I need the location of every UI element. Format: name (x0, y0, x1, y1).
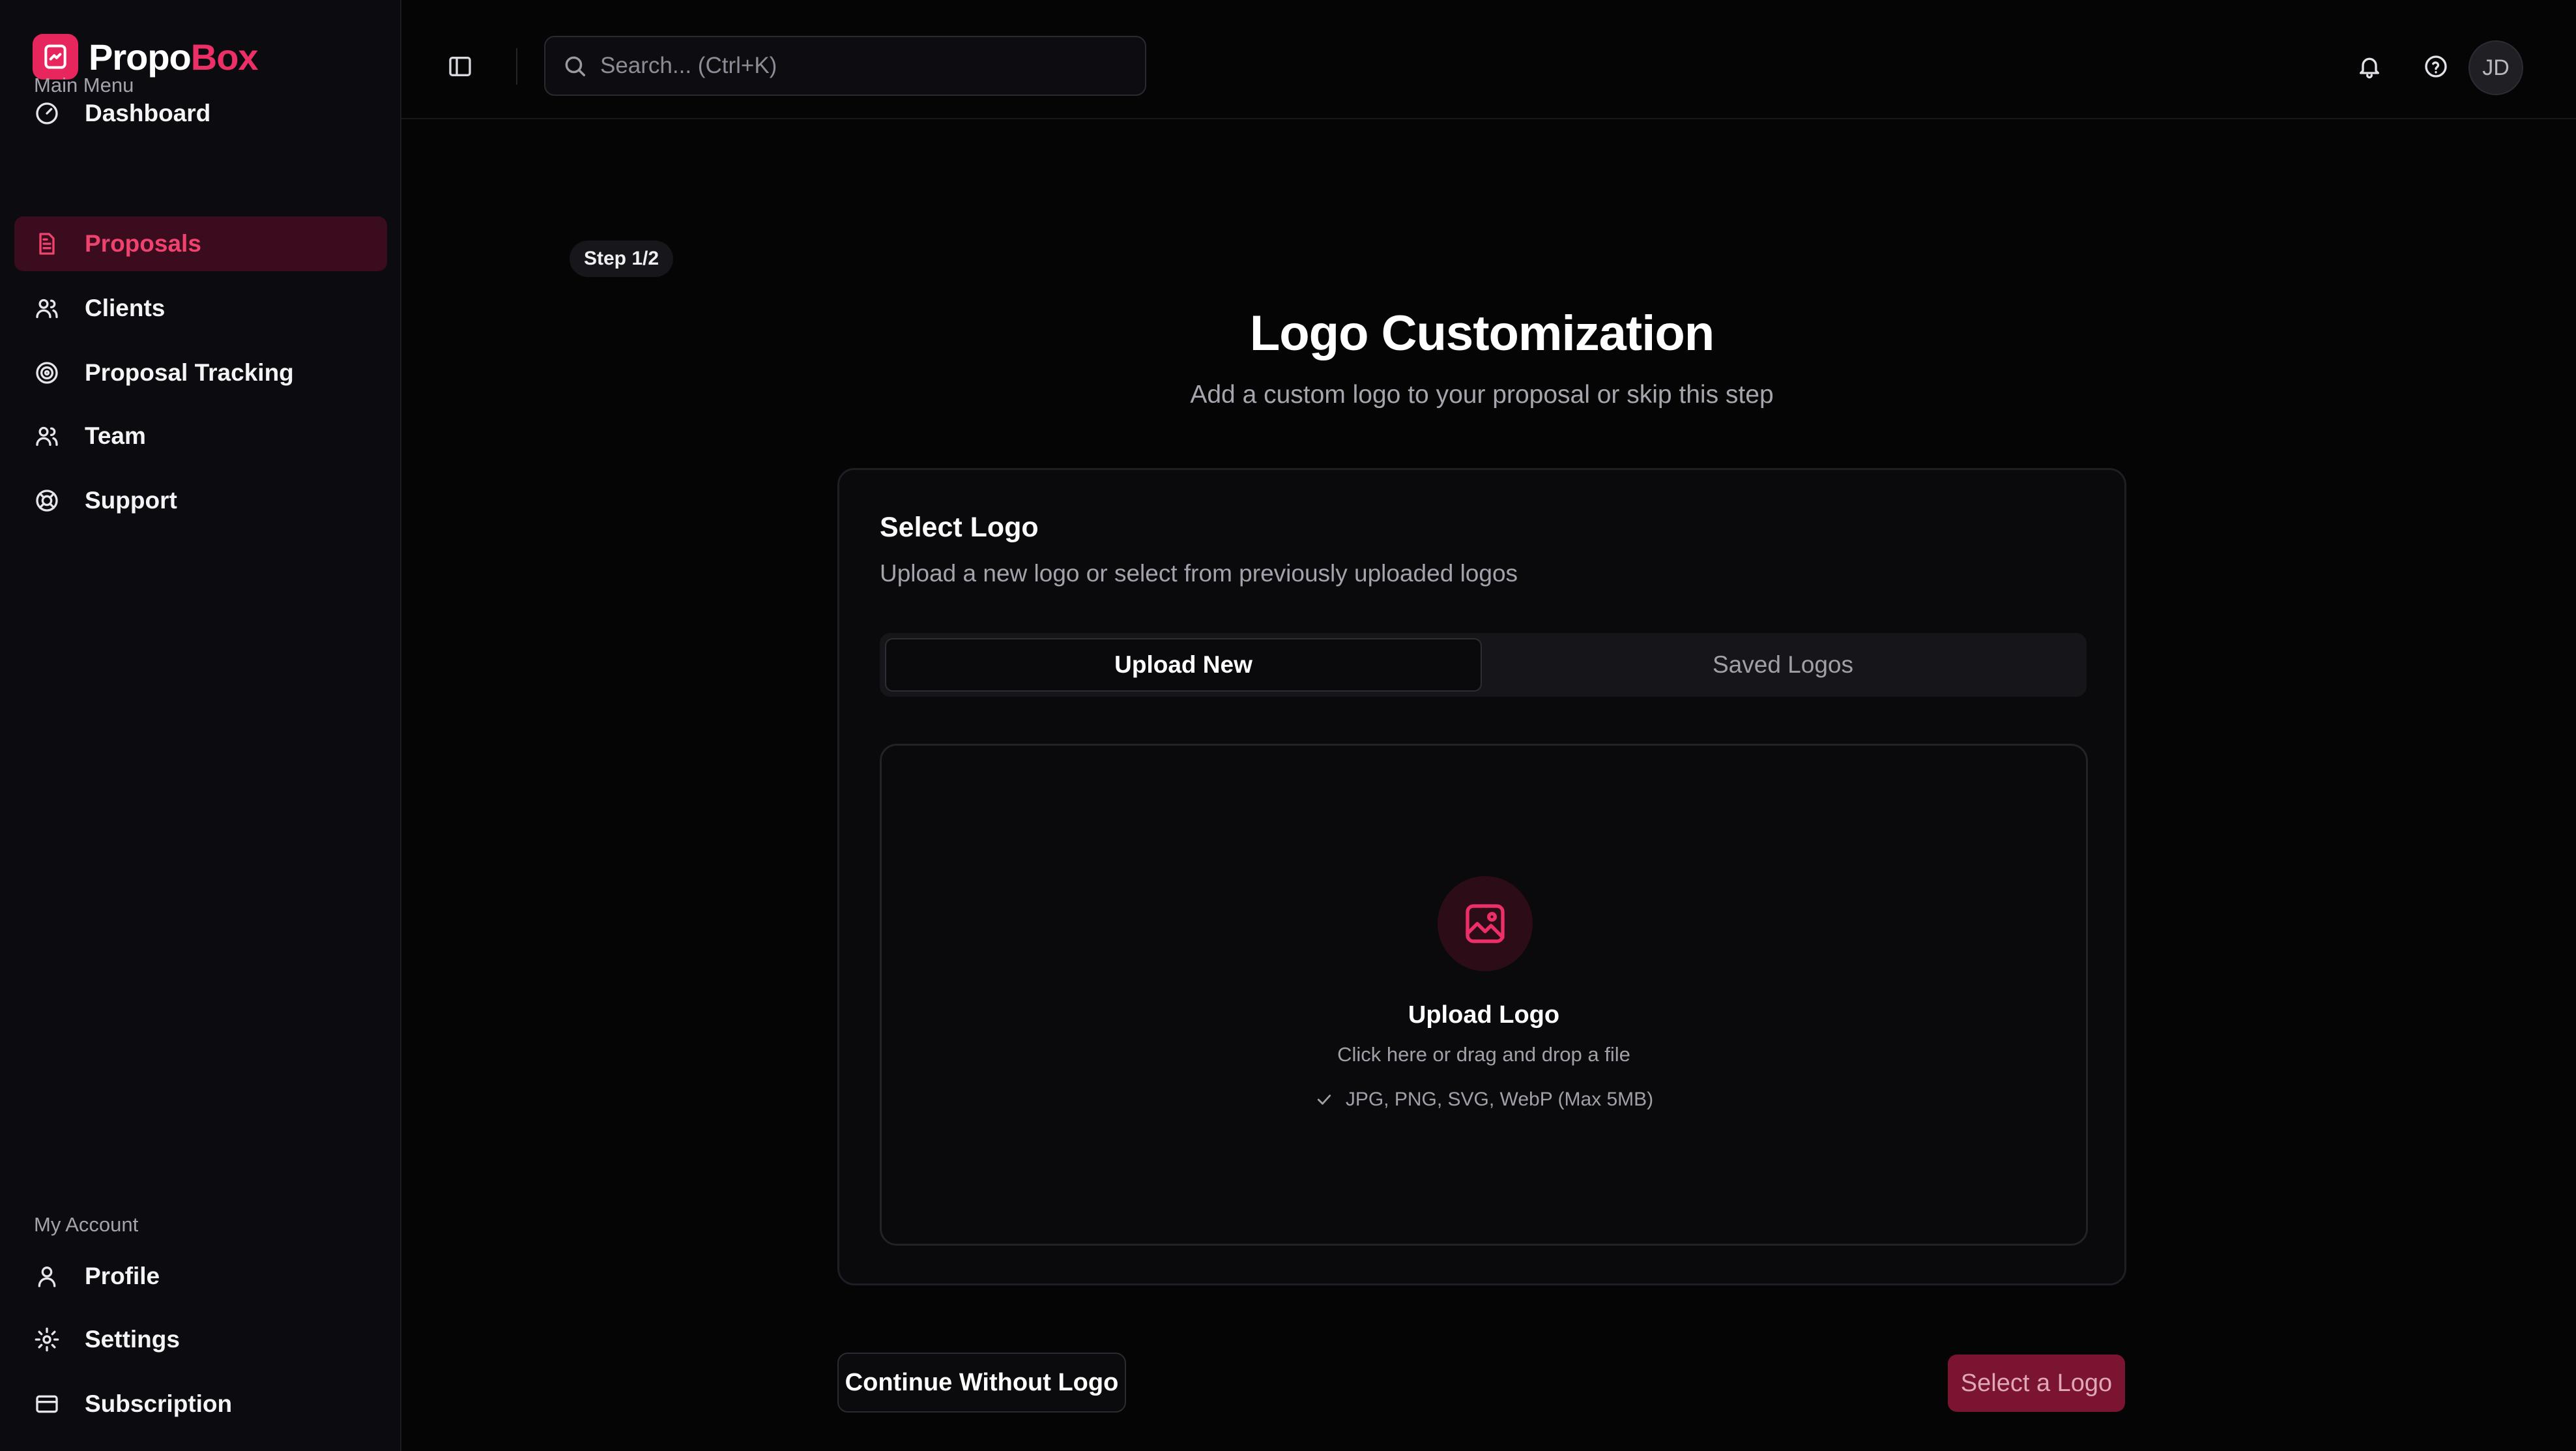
sidebar-item-label: Dashboard (85, 100, 211, 126)
sidebar-item-label: Proposals (85, 230, 201, 257)
dropzone-formats: JPG, PNG, SVG, WebP (Max 5MB) (882, 1089, 2086, 1111)
sidebar-item-label: Team (85, 422, 146, 449)
radar-icon (36, 362, 58, 384)
sidebar-item-label: Settings (85, 1326, 180, 1353)
user-icon (38, 1267, 56, 1287)
page-subtitle: Add a custom logo to your proposal or sk… (1190, 381, 1774, 409)
sidebar: PropoBox Main Menu Dashboard Proposals C… (0, 0, 401, 1451)
avatar[interactable]: JD (2468, 40, 2523, 95)
continue-without-logo-button[interactable]: Continue Without Logo (837, 1353, 1126, 1413)
image-upload-icon (1438, 876, 1533, 971)
logo-source-tabs: Upload New Saved Logos (880, 633, 2087, 697)
team-icon (36, 426, 58, 446)
select-logo-card: Select Logo Upload a new logo or select … (837, 468, 2126, 1285)
document-icon (39, 233, 55, 255)
bell-icon[interactable] (2356, 53, 2382, 80)
sidebar-item-clients[interactable]: Clients (14, 281, 387, 336)
divider (516, 48, 517, 85)
sidebar-item-dashboard[interactable]: Dashboard (14, 86, 387, 141)
sidebar-item-label: Clients (85, 295, 166, 321)
users-icon (36, 299, 58, 318)
step-badge: Step 1/2 (570, 241, 674, 277)
sidebar-item-label: Proposal Tracking (85, 359, 294, 386)
sidebar-item-settings[interactable]: Settings (14, 1312, 387, 1367)
credit-card-icon (36, 1395, 58, 1413)
dropzone-title: Upload Logo (1408, 1001, 1560, 1029)
brand-logo-icon (33, 34, 78, 80)
sidebar-item-profile[interactable]: Profile (14, 1249, 387, 1304)
tab-saved-logos[interactable]: Saved Logos (1484, 638, 2081, 692)
upload-dropzone[interactable]: Upload Logo Click here or drag and drop … (880, 744, 2088, 1246)
page-title: Logo Customization (1249, 306, 1715, 361)
help-icon[interactable] (2423, 53, 2449, 80)
my-account-label: My Account (34, 1213, 139, 1236)
sidebar-item-proposals[interactable]: Proposals (14, 216, 387, 271)
formats-text: JPG, PNG, SVG, WebP (Max 5MB) (1345, 1089, 1654, 1110)
brand-name: PropoBox (89, 36, 259, 78)
card-subtitle: Upload a new logo or select from previou… (880, 560, 1518, 587)
dropzone-hint: Click here or drag and drop a file (1337, 1043, 1630, 1066)
brand[interactable]: PropoBox (33, 34, 259, 80)
check-icon (1317, 1094, 1331, 1105)
search-icon (565, 56, 585, 76)
tab-upload-new[interactable]: Upload New (885, 638, 1482, 692)
sidebar-item-team[interactable]: Team (14, 409, 387, 463)
sidebar-item-label: Support (85, 487, 177, 514)
sidebar-item-proposal-tracking[interactable]: Proposal Tracking (14, 345, 387, 400)
card-title: Select Logo (880, 512, 1039, 543)
sidebar-item-support[interactable]: Support (14, 473, 387, 528)
gauge-icon (36, 102, 58, 125)
lifebuoy-icon (36, 490, 58, 512)
sidebar-item-label: Subscription (85, 1390, 233, 1417)
gear-icon (35, 1327, 59, 1352)
search-placeholder: Search... (Ctrl+K) (600, 53, 777, 78)
select-logo-button[interactable]: Select a Logo (1948, 1355, 2125, 1412)
search-input[interactable]: Search... (Ctrl+K) (544, 36, 1146, 96)
sidebar-item-subscription[interactable]: Subscription (14, 1377, 387, 1431)
top-bar: Search... (Ctrl+K) (401, 0, 2576, 119)
sidebar-item-label: Profile (85, 1263, 160, 1289)
sidebar-toggle-icon[interactable] (447, 53, 473, 80)
